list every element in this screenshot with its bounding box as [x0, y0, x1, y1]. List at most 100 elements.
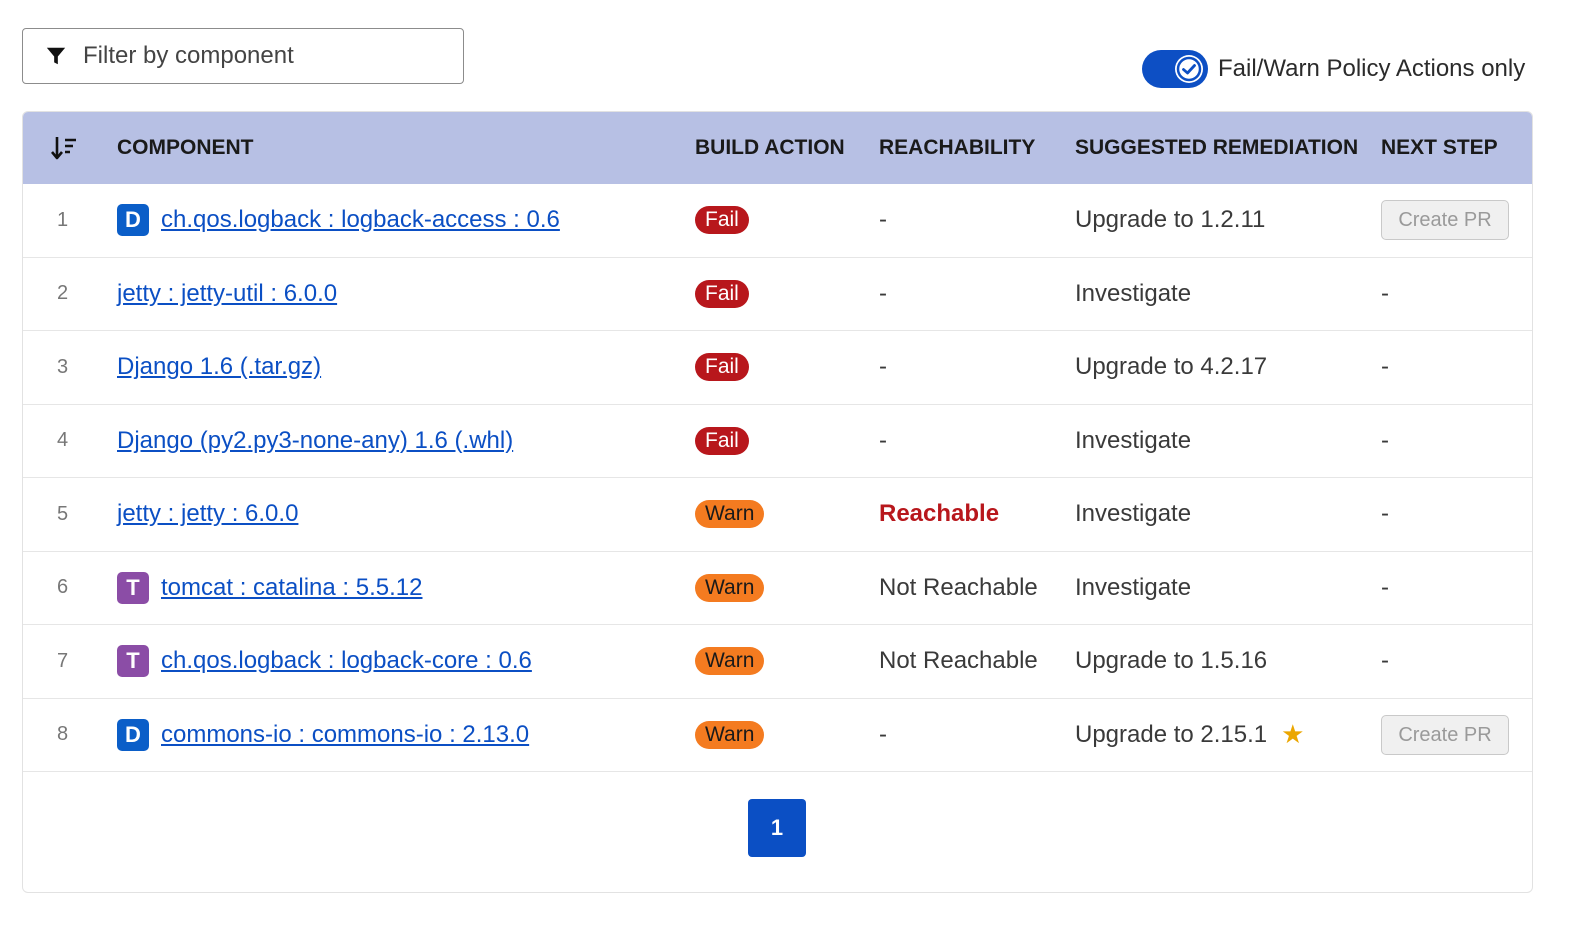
column-header-remediation[interactable]: SUGGESTED REMEDIATION — [1075, 112, 1358, 184]
reachability-cell: - — [879, 258, 887, 330]
page-button-1[interactable]: 1 — [748, 799, 806, 857]
component-cell: jetty : jetty : 6.0.0 — [117, 478, 298, 550]
reachability-cell: Not Reachable — [879, 552, 1038, 624]
component-cell: jetty : jetty-util : 6.0.0 — [117, 258, 337, 330]
build-action-cell: Fail — [695, 258, 749, 330]
component-link[interactable]: tomcat : catalina : 5.5.12 — [161, 574, 422, 602]
build-action-badge: Warn — [695, 500, 765, 528]
remediation-cell: Investigate — [1075, 405, 1191, 477]
component-cell: Django (py2.py3-none-any) 1.6 (.whl) — [117, 405, 513, 477]
build-action-cell: Warn — [695, 552, 765, 624]
reachability-cell: - — [879, 405, 887, 477]
remediation-text: Investigate — [1075, 500, 1192, 527]
component-link[interactable]: Django (py2.py3-none-any) 1.6 (.whl) — [117, 427, 513, 455]
row-number: 7 — [57, 649, 69, 672]
create-pr-button[interactable]: Create PR — [1381, 714, 1509, 755]
column-header-build-action[interactable]: BUILD ACTION — [695, 112, 845, 184]
remediation-text: Investigate — [1075, 279, 1192, 307]
build-action-cell: Fail — [695, 331, 749, 403]
component-link[interactable]: jetty : jetty-util : 6.0.0 — [117, 280, 337, 308]
component-type-badge: D — [117, 204, 149, 236]
component-link[interactable]: Django 1.6 (.tar.gz) — [117, 353, 321, 381]
policy-toggle-label: Fail/Warn Policy Actions only — [1218, 55, 1526, 82]
star-icon: ★ — [1281, 719, 1305, 749]
table-header: COMPONENT BUILD ACTION REACHABILITY SUGG… — [23, 112, 1532, 184]
table-row: 2 jetty : jetty-util : 6.0.0 Fail - Investig… — [23, 258, 1532, 331]
next-step-cell: - — [1381, 331, 1389, 403]
remediation-cell: Investigate — [1075, 258, 1191, 330]
filter-icon — [46, 47, 66, 65]
remediation-text: Upgrade to 4.2.17 — [1075, 353, 1268, 380]
reachability-text: Not Reachable — [879, 647, 1038, 674]
build-action-badge: Warn — [695, 720, 765, 749]
filter-input[interactable] — [81, 41, 445, 71]
row-number: 5 — [57, 502, 69, 525]
component-type-badge: T — [117, 571, 149, 604]
table-row: 8 Dcommons-io : commons-io : 2.13.0 Warn - U… — [23, 699, 1532, 772]
next-step-text: - — [1381, 426, 1389, 454]
row-number: 4 — [57, 429, 69, 451]
next-step-cell: Create PR — [1381, 184, 1509, 256]
build-action-badge: Fail — [695, 353, 749, 381]
component-cell: Ttomcat : catalina : 5.5.12 — [117, 552, 422, 624]
next-step-cell: - — [1381, 258, 1389, 330]
column-header-next-step: NEXT STEP — [1381, 136, 1498, 159]
components-table: COMPONENT BUILD ACTION REACHABILITY SUGG… — [22, 111, 1533, 893]
remediation-cell: Upgrade to 1.2.11 — [1075, 184, 1265, 256]
reachability-text: - — [879, 426, 887, 454]
component-link[interactable]: commons-io : commons-io : 2.13.0 — [161, 721, 529, 749]
row-number: 1 — [57, 208, 69, 231]
next-step-text: - — [1381, 500, 1389, 527]
table-row: 5 jetty : jetty : 6.0.0 Warn Reachable Inves… — [23, 478, 1532, 552]
component-link[interactable]: ch.qos.logback : logback-core : 0.6 — [161, 647, 532, 675]
next-step-cell: - — [1381, 625, 1389, 697]
build-action-cell: Warn — [695, 699, 765, 771]
next-step-cell: - — [1381, 478, 1389, 550]
component-cell: Dch.qos.logback : logback-access : 0.6 — [117, 184, 560, 256]
next-step-text: - — [1381, 573, 1389, 601]
build-action-cell: Warn — [695, 478, 765, 550]
component-link[interactable]: ch.qos.logback : logback-access : 0.6 — [161, 206, 560, 234]
reachability-text: Reachable — [879, 500, 1000, 527]
reachability-text: - — [879, 353, 887, 380]
filter-box[interactable] — [22, 28, 464, 84]
table-row: 7 Tch.qos.logback : logback-core : 0.6 War… — [23, 625, 1532, 699]
table-body: 1 Dch.qos.logback : logback-access : 0.6 F… — [23, 184, 1532, 772]
next-step-text: - — [1381, 353, 1389, 380]
remediation-cell: Investigate — [1075, 552, 1191, 624]
component-type-badge: T — [117, 645, 149, 677]
reachability-cell: Not Reachable — [879, 625, 1038, 697]
next-step-text: - — [1381, 647, 1389, 674]
column-header-component[interactable]: COMPONENT — [117, 112, 254, 184]
reachability-cell: - — [879, 331, 887, 403]
row-number: 2 — [57, 282, 69, 304]
remediation-text: Investigate — [1075, 426, 1192, 454]
build-action-cell: Fail — [695, 405, 749, 477]
remediation-text: Upgrade to 2.15.1 — [1075, 720, 1268, 748]
component-type-badge: D — [117, 718, 149, 751]
reachability-cell: Reachable — [879, 478, 999, 550]
remediation-cell: Upgrade to 4.2.17 — [1075, 331, 1267, 403]
build-action-badge: Fail — [695, 279, 749, 308]
next-step-cell: - — [1381, 405, 1389, 477]
table-row: 1 Dch.qos.logback : logback-access : 0.6 F… — [23, 184, 1532, 258]
next-step-text: - — [1381, 279, 1389, 307]
component-cell: Django 1.6 (.tar.gz) — [117, 331, 321, 403]
create-pr-button[interactable]: Create PR — [1381, 200, 1509, 240]
build-action-badge: Fail — [695, 426, 749, 455]
row-number: 6 — [57, 576, 69, 598]
component-cell: Dcommons-io : commons-io : 2.13.0 — [117, 699, 529, 771]
build-action-badge: Fail — [695, 206, 749, 234]
sort-descending-icon[interactable] — [49, 112, 79, 184]
policy-toggle[interactable] — [1142, 50, 1208, 88]
reachability-text: - — [879, 279, 887, 307]
next-step-cell: Create PR — [1381, 699, 1509, 771]
build-action-cell: Fail — [695, 184, 749, 256]
remediation-text: Investigate — [1075, 573, 1192, 601]
component-cell: Tch.qos.logback : logback-core : 0.6 — [117, 625, 532, 697]
table-row: 3 Django 1.6 (.tar.gz) Fail - Upgrade to 4.2… — [23, 331, 1532, 405]
column-header-reachability[interactable]: REACHABILITY — [879, 112, 1035, 184]
component-link[interactable]: jetty : jetty : 6.0.0 — [117, 500, 298, 528]
remediation-text: Upgrade to 1.5.16 — [1075, 647, 1268, 674]
next-step-cell: - — [1381, 552, 1389, 624]
